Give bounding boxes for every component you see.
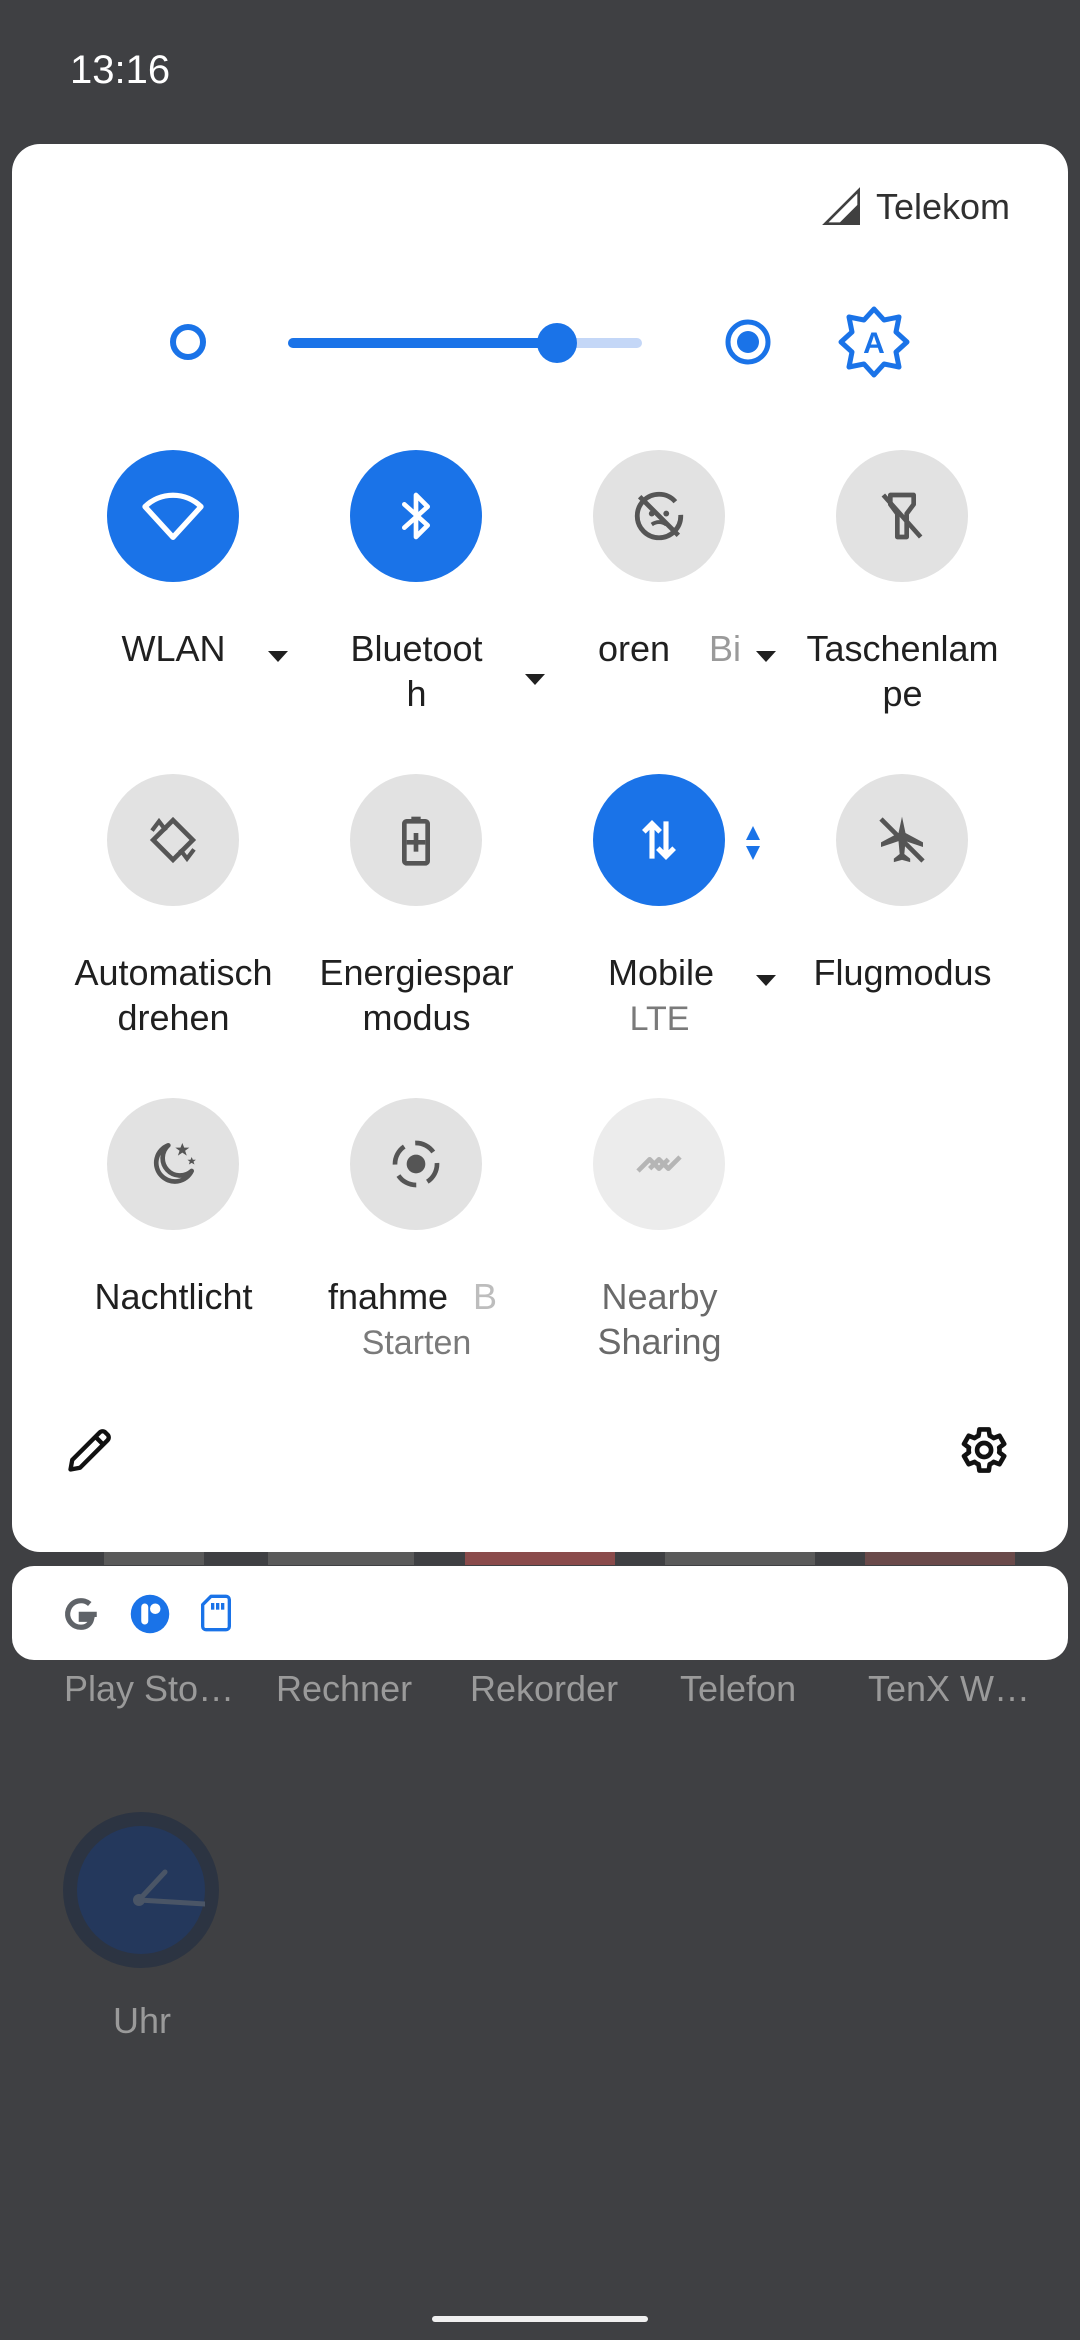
nearby-share-icon — [636, 1155, 682, 1173]
tile-mobile-data-label: Mobile — [608, 952, 715, 993]
carrier-name: Telekom — [875, 186, 1010, 227]
tile-flashlight[interactable]: Taschenlam pe — [781, 450, 1024, 750]
chevron-down-icon[interactable] — [268, 651, 288, 662]
tile-focus-mode[interactable]: oren Bi — [538, 450, 781, 750]
app-label-rechner[interactable]: Rechner — [276, 1668, 412, 1710]
tile-focus-mode-label-b: Bi — [709, 628, 742, 669]
chevron-down-icon[interactable] — [756, 651, 776, 662]
brightness-high-icon — [725, 319, 771, 365]
brightness-slider-thumb[interactable] — [537, 323, 578, 363]
tile-auto-rotate[interactable]: Automatisch drehen — [52, 774, 295, 1074]
tile-wlan-button[interactable] — [107, 450, 239, 582]
tile-nearby-sharing-button[interactable] — [593, 1098, 725, 1230]
app-label-tenx[interactable]: TenX W… — [868, 1668, 1030, 1710]
night-light-icon — [153, 1143, 196, 1184]
screen-record-icon — [392, 1140, 440, 1188]
brightness-row: A — [12, 300, 1068, 380]
tile-airplane-mode-label: Flugmodus — [813, 952, 992, 993]
tile-nearby-sharing[interactable]: Nearby Sharing — [538, 1098, 781, 1398]
bluetooth-icon — [402, 492, 430, 540]
tile-flashlight-label-line1: Taschenlam — [806, 628, 999, 669]
tile-bluetooth-label-line1: Bluetoot — [350, 628, 483, 669]
notification-strip[interactable] — [12, 1566, 1068, 1660]
status-bar-time: 13:16 — [70, 48, 171, 92]
tile-nearby-sharing-label-line2: Sharing — [597, 1321, 722, 1362]
app-label-play-store[interactable]: Play Sto… — [64, 1668, 234, 1710]
tile-flashlight-label-line2: pe — [882, 673, 923, 714]
tile-auto-rotate-label-line2: drehen — [117, 997, 230, 1038]
tile-bluetooth-label: Bluetoot h — [295, 626, 538, 716]
battery-saver-icon — [402, 816, 430, 866]
mobile-data-icon — [642, 820, 676, 860]
tile-nearby-sharing-label: Nearby Sharing — [538, 1274, 781, 1364]
tile-night-light-label: Nachtlicht — [94, 1276, 253, 1317]
tile-night-light-button[interactable] — [107, 1098, 239, 1230]
tile-airplane-mode[interactable]: Flugmodus — [781, 774, 1024, 1074]
tile-focus-mode-label: oren — [598, 628, 671, 669]
brightness-slider[interactable] — [288, 323, 642, 363]
tile-bluetooth-button[interactable] — [350, 450, 482, 582]
tile-auto-rotate-button[interactable] — [107, 774, 239, 906]
wifi-icon — [142, 492, 204, 540]
focus-mode-icon — [634, 491, 684, 541]
app-label-rekorder[interactable]: Rekorder — [470, 1668, 618, 1710]
tile-bluetooth[interactable]: Bluetoot h — [295, 450, 545, 750]
app-label-uhr[interactable]: Uhr — [113, 2000, 171, 2042]
chevron-down-icon[interactable] — [756, 975, 776, 986]
tile-mobile-data[interactable]: Mobile LTE — [538, 774, 781, 1074]
tile-battery-saver-button[interactable] — [350, 774, 482, 906]
app-label-telefon[interactable]: Telefon — [680, 1668, 796, 1710]
tile-flashlight-button[interactable] — [836, 450, 968, 582]
gesture-nav-handle[interactable] — [432, 2316, 648, 2322]
auto-rotate-icon — [149, 816, 197, 864]
quick-settings-panel: Telekom A WLAN Bluetoot h oren Bi Tasche… — [12, 144, 1068, 1552]
tile-bluetooth-label-line2: h — [406, 673, 427, 714]
tile-flashlight-label: Taschenlam pe — [781, 626, 1024, 716]
app-notification-icon — [130, 1594, 170, 1634]
clock-app-icon[interactable] — [63, 1812, 219, 1968]
tile-battery-saver-label-line1: Energiespar — [319, 952, 514, 993]
brightness-low-icon — [170, 324, 206, 360]
tile-wlan[interactable]: WLAN — [52, 450, 295, 750]
clock-hands-icon — [133, 1869, 208, 1907]
tile-auto-rotate-label: Automatisch drehen — [52, 950, 295, 1040]
tile-screen-record-label: fnahme — [328, 1276, 449, 1317]
tile-screen-record-button[interactable] — [350, 1098, 482, 1230]
tile-night-light[interactable]: Nachtlicht — [52, 1098, 295, 1398]
google-icon — [65, 1598, 97, 1630]
tile-battery-saver-label: Energiespar modus — [295, 950, 538, 1040]
tile-screen-record-sub: Starten — [361, 1324, 472, 1362]
tile-battery-saver[interactable]: Energiespar modus — [295, 774, 538, 1074]
tile-mobile-data-button[interactable] — [593, 774, 725, 906]
flashlight-icon — [881, 492, 923, 540]
tile-nearby-sharing-label-line1: Nearby — [601, 1276, 718, 1317]
tile-focus-mode-button[interactable] — [593, 450, 725, 582]
tile-screen-record[interactable]: fnahme B Starten — [295, 1098, 538, 1398]
brightness-slider-fill — [288, 338, 558, 348]
clock-face — [77, 1826, 208, 1954]
sd-card-icon — [201, 1594, 231, 1632]
data-activity-icon — [746, 826, 760, 860]
tile-battery-saver-label-line2: modus — [362, 997, 471, 1038]
tile-wlan-label: WLAN — [121, 628, 226, 669]
carrier-indicator: Telekom — [822, 186, 1010, 228]
tile-airplane-mode-button[interactable] — [836, 774, 968, 906]
tile-screen-record-label-b: B — [473, 1276, 498, 1317]
signal-icon — [822, 187, 860, 225]
settings-gear-icon[interactable] — [954, 1422, 1010, 1478]
tile-auto-rotate-label-line1: Automatisch — [74, 952, 273, 993]
auto-brightness-icon[interactable]: A — [838, 306, 910, 378]
edit-pencil-icon[interactable] — [64, 1424, 116, 1476]
svg-text:A: A — [863, 327, 885, 360]
tile-mobile-data-sub: LTE — [629, 1000, 690, 1038]
airplane-mode-icon — [879, 816, 925, 863]
